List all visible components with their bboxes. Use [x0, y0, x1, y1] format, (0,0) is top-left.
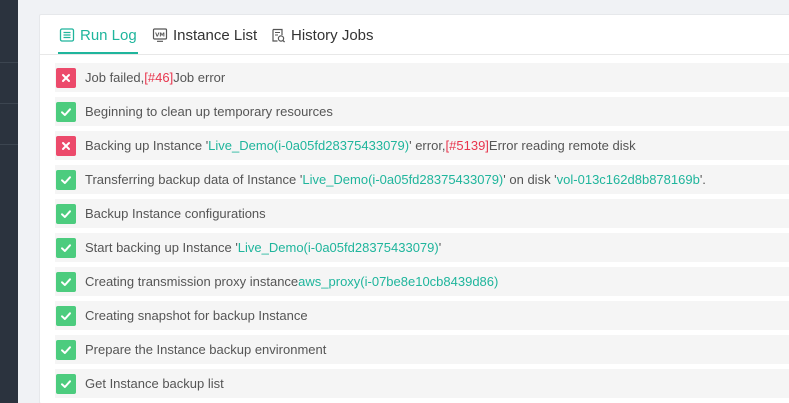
log-text: Backup Instance configurations: [85, 206, 266, 221]
log-message: Beginning to clean up temporary resource…: [85, 104, 333, 119]
log-text: ': [438, 240, 442, 255]
log-message: Start backing up Instance 'Live_Demo(i-0…: [85, 240, 441, 255]
log-text: Error reading remote disk: [488, 138, 636, 153]
history-icon: [270, 27, 286, 43]
log-row: Backup Instance configurations: [55, 199, 789, 228]
tab-bar: Run Log VM Instance List History Jobs: [40, 15, 789, 55]
error-x-icon: [56, 67, 76, 88]
log-text: Creating snapshot for backup Instance: [85, 308, 308, 323]
sidebar-divider: [0, 144, 18, 145]
success-check-icon: [56, 169, 76, 190]
log-row: Beginning to clean up temporary resource…: [55, 97, 789, 126]
tab-label: Run Log: [80, 26, 137, 44]
log-text: Prepare the Instance backup environment: [85, 342, 327, 357]
success-check-icon: [56, 305, 76, 326]
log-message: Backup Instance configurations: [85, 206, 266, 221]
success-check-icon: [56, 101, 76, 122]
tab-history-jobs[interactable]: History Jobs: [270, 15, 374, 55]
success-check-icon: [56, 203, 76, 224]
log-message: Prepare the Instance backup environment: [85, 342, 326, 357]
log-row: Job failed,[#46]Job error: [55, 63, 789, 92]
tab-label: Instance List: [173, 26, 258, 44]
log-text: Job error: [173, 70, 226, 85]
success-check-icon: [56, 373, 76, 394]
job-detail-panel: Run Log VM Instance List History Jobs Jo…: [39, 14, 789, 403]
svg-text:VM: VM: [155, 32, 165, 38]
tab-label: History Jobs: [291, 26, 374, 44]
log-text: '.: [699, 172, 706, 187]
left-sidebar: [0, 0, 18, 403]
run-log-list: Job failed,[#46]Job error Beginning to cl…: [55, 63, 789, 403]
log-error-code: [#5139]: [445, 138, 489, 153]
log-resource-name: aws_proxy(i-07be8e10cb8439d86): [298, 274, 499, 289]
log-message: Get Instance backup list: [85, 376, 224, 391]
tab-instance-list[interactable]: VM Instance List: [152, 15, 257, 55]
log-resource-name: vol-013c162d8b878169b: [556, 172, 700, 187]
log-resource-name: Live_Demo(i-0a05fd28375433079): [208, 138, 410, 153]
vm-icon: VM: [152, 27, 168, 43]
log-text: Creating transmission proxy instance: [85, 274, 299, 289]
log-message: Creating snapshot for backup Instance: [85, 308, 308, 323]
log-text: Backing up Instance ': [85, 138, 209, 153]
sidebar-divider: [0, 62, 18, 63]
error-x-icon: [56, 135, 76, 156]
success-check-icon: [56, 339, 76, 360]
log-message: Creating transmission proxy instanceaws_…: [85, 274, 498, 289]
log-row: Get Instance backup list: [55, 369, 789, 398]
log-message: Job failed,[#46]Job error: [85, 70, 225, 85]
log-row: Creating transmission proxy instanceaws_…: [55, 267, 789, 296]
log-text: Beginning to clean up temporary resource…: [85, 104, 333, 119]
log-message: Backing up Instance 'Live_Demo(i-0a05fd2…: [85, 138, 636, 153]
log-text: ' error,: [409, 138, 446, 153]
log-text: Start backing up Instance ': [85, 240, 238, 255]
log-text: ' on disk ': [503, 172, 557, 187]
log-row: Transferring backup data of Instance 'Li…: [55, 165, 789, 194]
log-text: Transferring backup data of Instance ': [85, 172, 303, 187]
log-icon: [59, 27, 75, 43]
log-row: Prepare the Instance backup environment: [55, 335, 789, 364]
log-text: Get Instance backup list: [85, 376, 224, 391]
sidebar-divider: [0, 103, 18, 104]
log-error-code: [#46]: [144, 70, 174, 85]
success-check-icon: [56, 237, 76, 258]
tab-run-log[interactable]: Run Log: [59, 15, 137, 55]
log-message: Transferring backup data of Instance 'Li…: [85, 172, 706, 187]
success-check-icon: [56, 271, 76, 292]
log-resource-name: Live_Demo(i-0a05fd28375433079): [237, 240, 439, 255]
log-text: Job failed,: [85, 70, 145, 85]
log-row: Backing up Instance 'Live_Demo(i-0a05fd2…: [55, 131, 789, 160]
log-row: Creating snapshot for backup Instance: [55, 301, 789, 330]
active-tab-indicator: [58, 52, 138, 54]
log-resource-name: Live_Demo(i-0a05fd28375433079): [302, 172, 504, 187]
log-row: Start backing up Instance 'Live_Demo(i-0…: [55, 233, 789, 262]
